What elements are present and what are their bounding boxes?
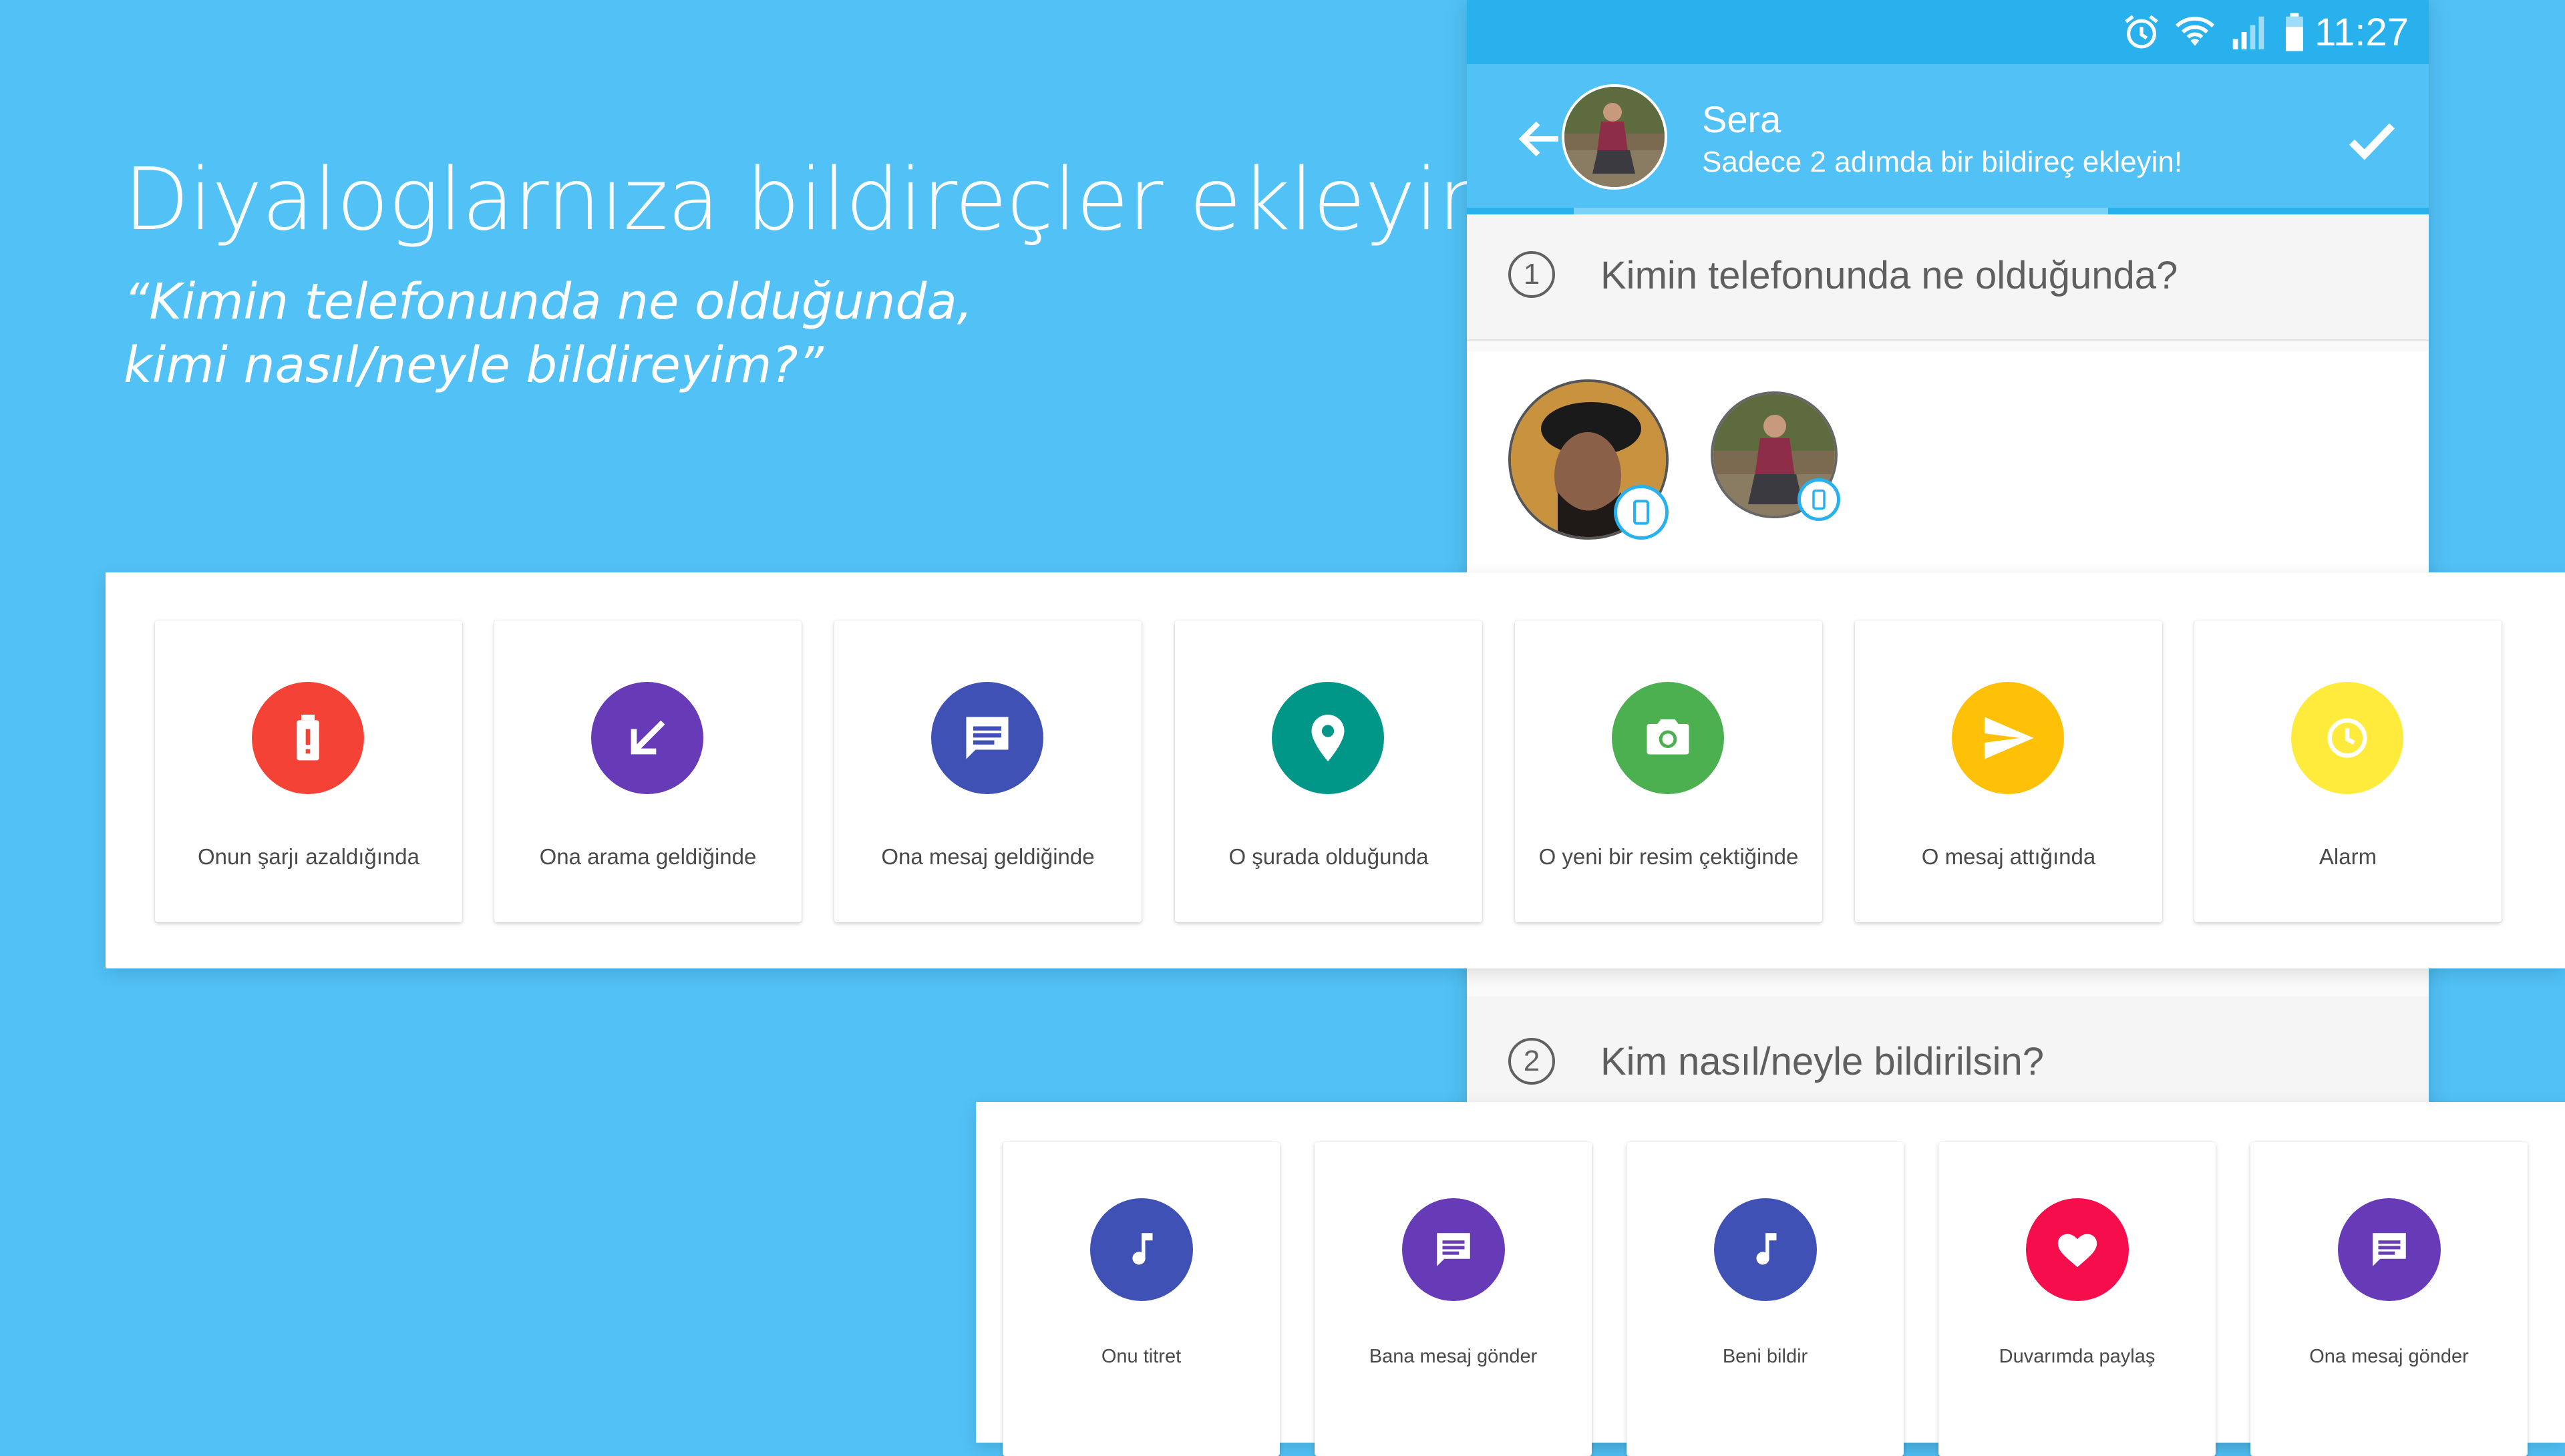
trigger-icon-circle: [252, 682, 364, 794]
battery-icon: [2286, 13, 2304, 51]
step-1-header: 1 Kimin telefonunda ne olduğunda?: [1467, 214, 2429, 341]
trigger-card-new-photo[interactable]: O yeni bir resim çektiğinde: [1515, 620, 1822, 922]
trigger-card-message-sent[interactable]: O mesaj attığında: [1855, 620, 2162, 922]
action-icon-circle: [2338, 1198, 2441, 1301]
send-icon: [1985, 717, 2034, 759]
heart-icon: [2057, 1234, 2097, 1268]
message-icon: [966, 717, 1009, 759]
trigger-card-location[interactable]: O şurada olduğunda: [1175, 620, 1482, 922]
trigger-panel: Onun şarjı azaldığında Ona arama geldiği…: [106, 572, 2565, 968]
camera-icon: [1647, 719, 1689, 755]
contact-name: Sera: [1702, 98, 1781, 140]
trigger-label: O mesaj attığında: [1921, 844, 2096, 869]
action-panel: Onu titret Bana mesaj gönder Beni bildir: [976, 1102, 2565, 1456]
action-label: Beni bildir: [1722, 1346, 1808, 1367]
trigger-card-alarm[interactable]: Alarm: [2194, 620, 2502, 922]
action-icon-circle: [1402, 1198, 1505, 1301]
step-progress-bar: [1467, 208, 2429, 214]
phone-icon: [1812, 489, 1826, 510]
action-card-share-wall[interactable]: Duvarımda paylaş: [1938, 1142, 2216, 1456]
step-2-title: Kim nasıl/neyle bildirilsin?: [1600, 1040, 2045, 1083]
trigger-icon-circle: [1952, 682, 2064, 794]
trigger-label: O şurada olduğunda: [1228, 844, 1429, 869]
step-1-title: Kimin telefonunda ne olduğunda?: [1600, 254, 2178, 297]
trigger-icon-circle: [931, 682, 1043, 794]
trigger-card-battery[interactable]: Onun şarjı azaldığında: [155, 620, 462, 922]
phone-icon: [1633, 500, 1649, 525]
phone-badge: [1614, 485, 1669, 540]
promo-subtitle-line-1: “Kimin telefonunda ne olduğunda,: [124, 273, 973, 331]
trigger-card-incoming-call[interactable]: Ona arama geldiğinde: [494, 620, 802, 922]
trigger-label: Onun şarjı azaldığında: [197, 844, 420, 869]
promo-subtitle-line-2: kimi nasıl/neyle bildireyim?”: [124, 337, 824, 394]
action-icon-circle: [1714, 1198, 1817, 1301]
contact-1[interactable]: [1508, 379, 1669, 540]
status-time: 11:27: [2315, 10, 2409, 54]
action-icon-circle: [2026, 1198, 2129, 1301]
trigger-label: Ona mesaj geldiğinde: [881, 844, 1095, 869]
contact-2[interactable]: [1711, 391, 1840, 521]
trigger-icon-circle: [2291, 682, 2403, 794]
trigger-icon-circle: [1272, 682, 1384, 794]
step-1-number: 1: [1508, 251, 1555, 298]
music-note-icon: [1132, 1233, 1153, 1265]
trigger-icon-circle: [1612, 682, 1724, 794]
toolbar-subtitle: Sadece 2 adımda bir bildireç ekleyin!: [1702, 146, 2183, 178]
signal-icon: [2232, 16, 2264, 49]
music-note-icon: [1756, 1233, 1777, 1265]
trigger-label: Alarm: [2319, 844, 2377, 869]
clock-icon: [2327, 718, 2367, 758]
battery-alert-icon: [297, 715, 319, 761]
location-pin-icon: [1311, 715, 1345, 761]
action-card-send-me-message[interactable]: Bana mesaj gönder: [1315, 1142, 1592, 1456]
wifi-icon: [2176, 17, 2215, 46]
message-icon: [2373, 1233, 2406, 1266]
action-label: Duvarımda paylaş: [1999, 1346, 2156, 1367]
action-card-send-them-message[interactable]: Ona mesaj gönder: [2250, 1142, 2528, 1456]
message-icon: [1437, 1233, 1470, 1266]
incoming-call-arrow-icon: [631, 720, 665, 755]
action-label: Onu titret: [1101, 1346, 1182, 1367]
action-label: Bana mesaj gönder: [1369, 1346, 1538, 1367]
status-bar: 11:27: [1467, 0, 2429, 64]
contact-list: [1467, 351, 2429, 572]
step-2-number: 2: [1508, 1038, 1555, 1085]
toolbar: Sera Sadece 2 adımda bir bildireç ekleyi…: [1467, 64, 2429, 214]
back-arrow-icon[interactable]: [1514, 112, 1567, 166]
contact-avatar[interactable]: [1562, 84, 1667, 190]
promo-subtitle: “Kimin telefonunda ne olduğunda, kimi na…: [124, 270, 973, 397]
check-icon[interactable]: [2342, 111, 2402, 171]
action-label: Ona mesaj gönder: [2309, 1346, 2469, 1367]
trigger-label: O yeni bir resim çektiğinde: [1538, 844, 1799, 869]
promo-title: Diyaloglarnıza bildireçler ekleyin: [124, 150, 1492, 250]
step-2-header: 2 Kim nasıl/neyle bildirilsin?: [1467, 996, 2429, 1103]
alarm-clock-icon: [2125, 15, 2158, 49]
phone-badge: [1798, 478, 1840, 521]
action-icon-circle: [1090, 1198, 1193, 1301]
trigger-card-message-received[interactable]: Ona mesaj geldiğinde: [834, 620, 1142, 922]
action-card-notify-me[interactable]: Beni bildir: [1627, 1142, 1904, 1456]
trigger-icon-circle: [591, 682, 703, 794]
trigger-label: Ona arama geldiğinde: [539, 844, 757, 869]
action-card-vibrate[interactable]: Onu titret: [1003, 1142, 1280, 1456]
